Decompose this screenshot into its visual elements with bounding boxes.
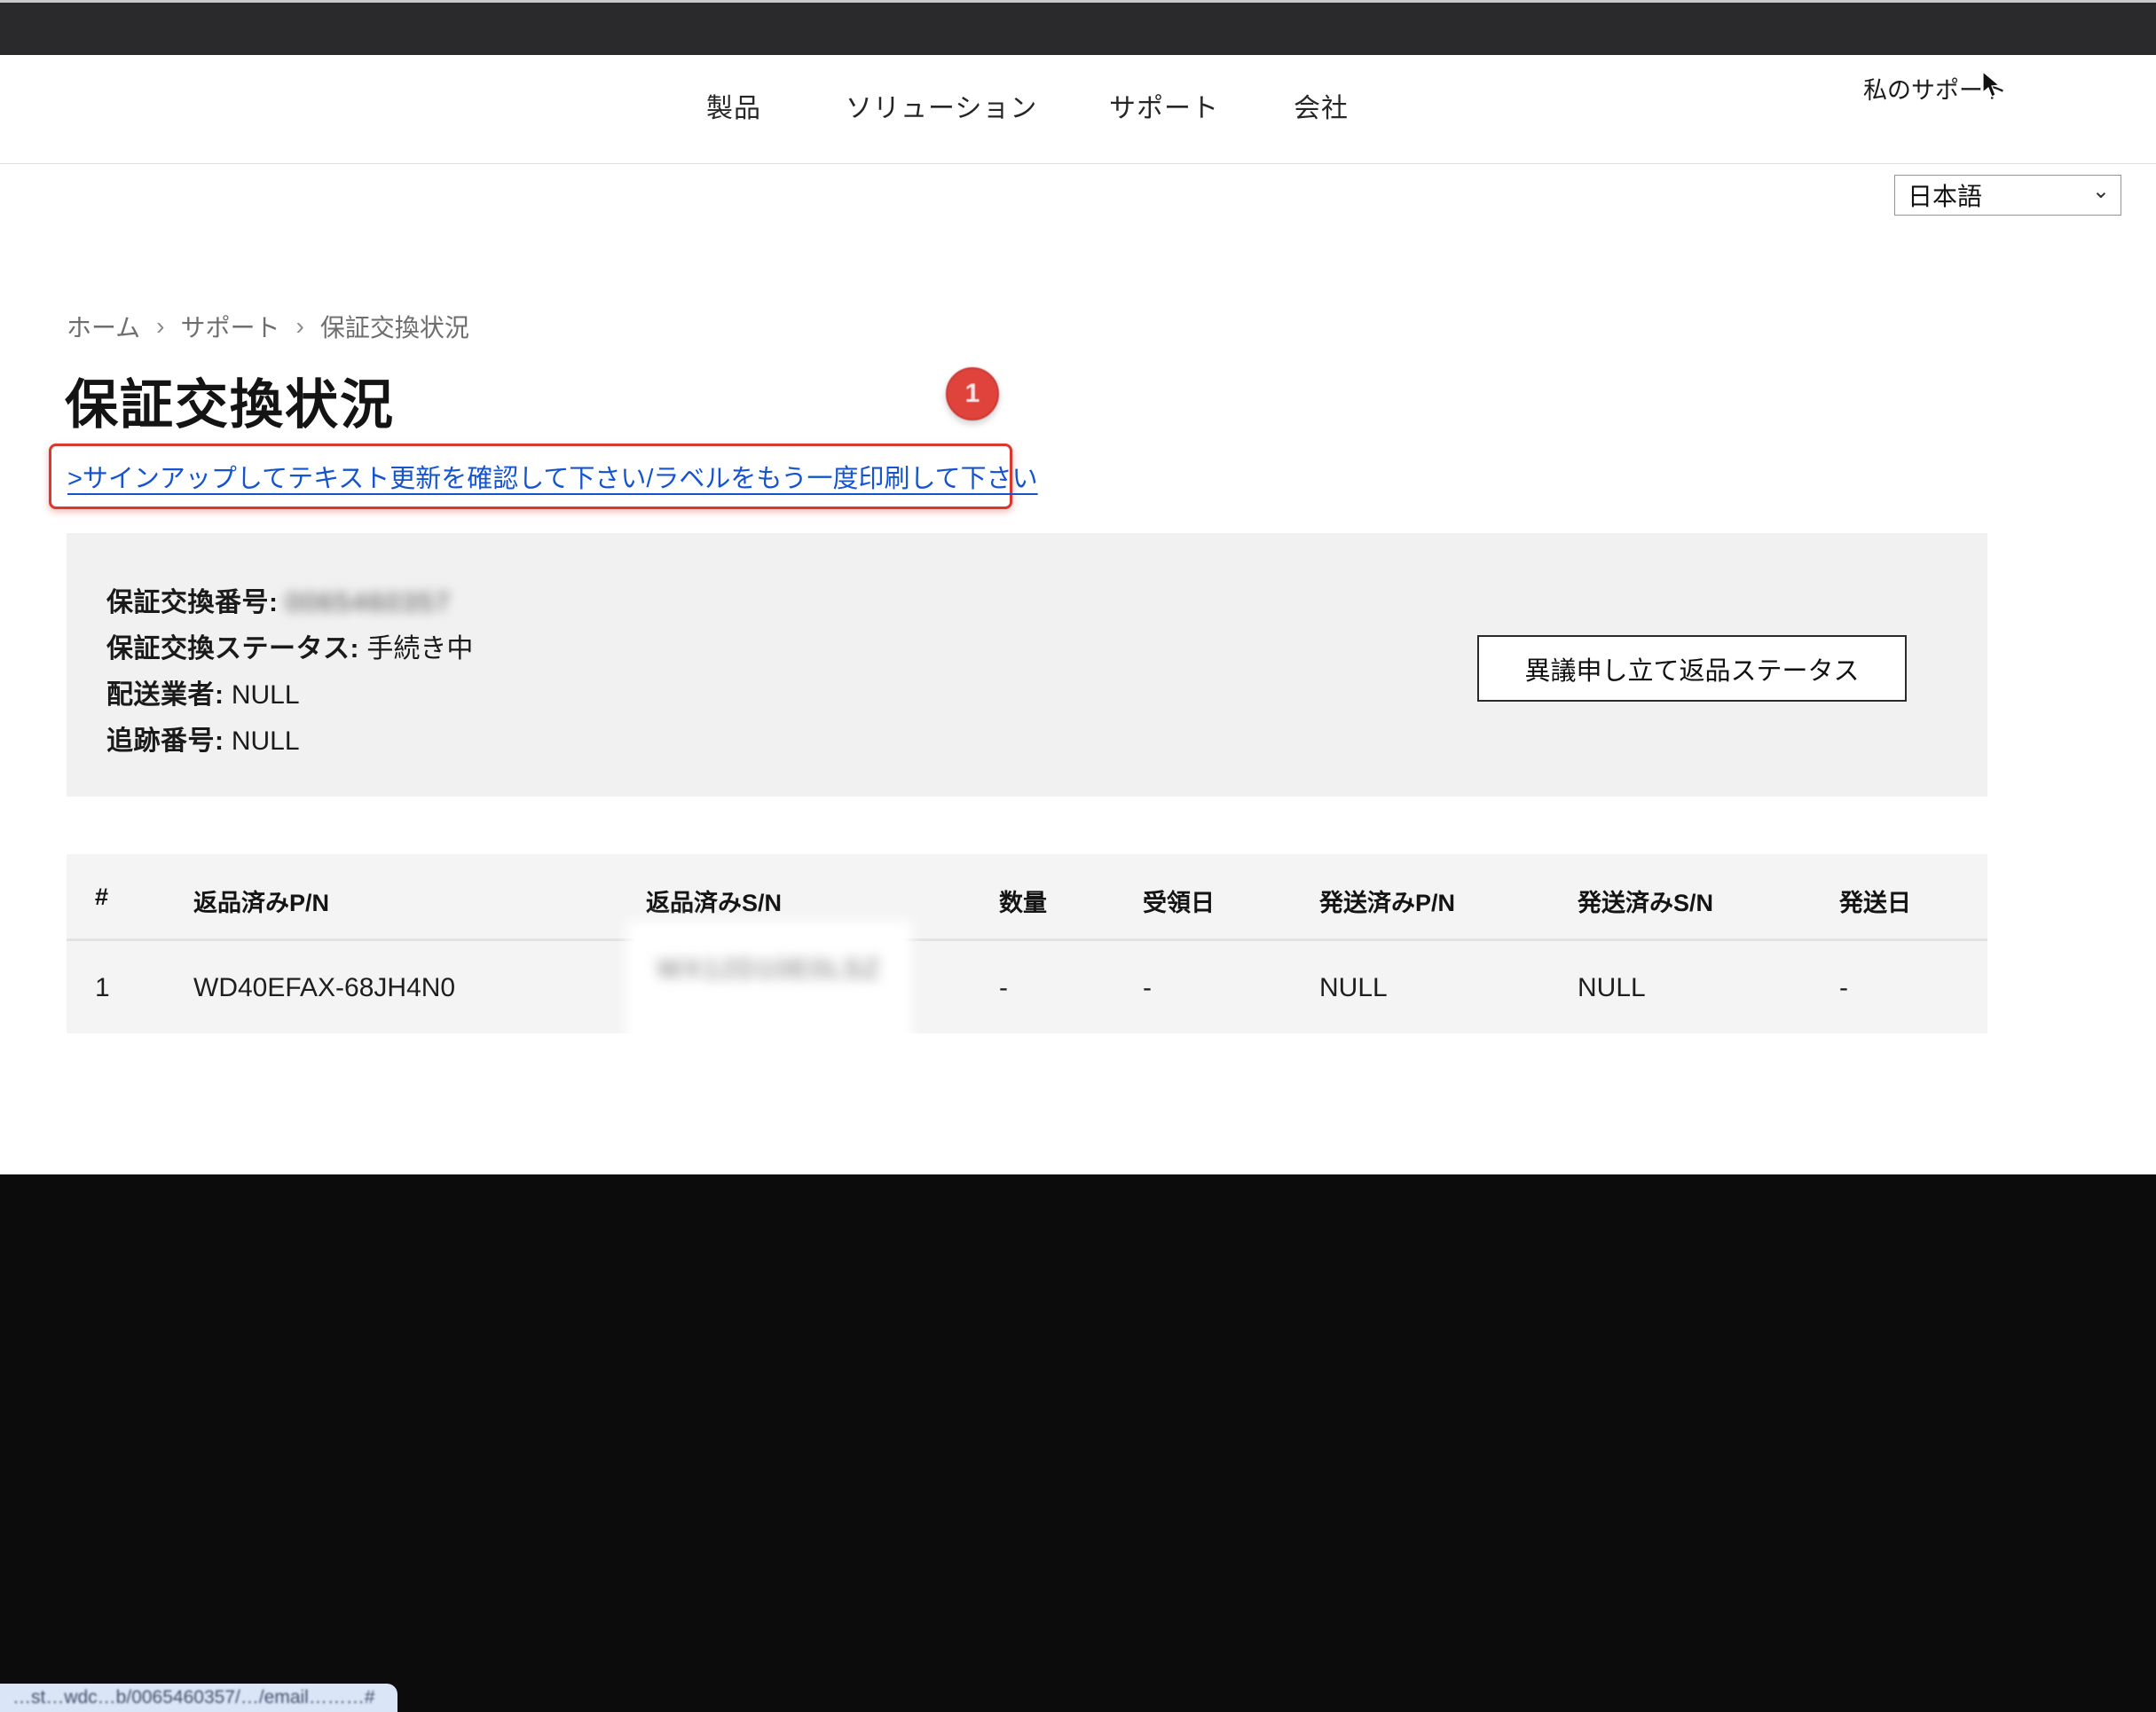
return-items-table: # 返品済みP/N 返品済みS/N 数量 受領日 発送済みP/N 発送済みS/N…: [67, 854, 1987, 1033]
table-row: 1 WD40EFAX-68JH4N0 - - NULL NULL -: [67, 941, 1987, 1033]
table-header-row: # 返品済みP/N 返品済みS/N 数量 受領日 発送済みP/N 発送済みS/N…: [67, 854, 1987, 938]
warranty-number-label: 保証交換番号:: [106, 588, 279, 617]
col-header-returned-sn: 返品済みS/N: [646, 883, 782, 918]
main-navbar: [0, 55, 2156, 164]
breadcrumb-separator: ›: [296, 312, 304, 341]
carrier-row: 配送業者: NULL: [106, 672, 300, 711]
col-header-shipped-sn: 発送済みS/N: [1578, 883, 1713, 918]
nav-item-solutions[interactable]: ソリューション: [846, 86, 1037, 125]
nav-item-support[interactable]: サポート: [1109, 86, 1219, 125]
col-header-returned-pn: 返品済みP/N: [193, 883, 329, 918]
browser-status-tooltip: …st…wdc…b/0065460357/…/email………#: [0, 1684, 397, 1712]
carrier-label: 配送業者:: [106, 680, 224, 710]
cell-received-date: -: [1143, 973, 1152, 1003]
tracking-number-label: 追跡番号:: [106, 726, 224, 756]
tracking-number-row: 追跡番号: NULL: [106, 719, 300, 758]
warranty-status-value: 手続き中: [366, 634, 473, 664]
breadcrumb-home[interactable]: ホーム: [67, 309, 140, 344]
warranty-number-row: 保証交換番号: 0065460357: [106, 580, 452, 619]
dispute-return-status-button[interactable]: 異議申し立て返品ステータス: [1477, 635, 1907, 702]
cell-shipped-sn: NULL: [1578, 973, 1646, 1003]
status-url-fragment: …st…wdc…b/0065460357/…/email………#: [12, 1687, 375, 1708]
chevron-down-icon: ⌄: [2092, 181, 2110, 202]
language-select[interactable]: 日本語 ⌄: [1894, 175, 2121, 216]
top-black-bar: [0, 3, 2156, 55]
warranty-status-page: 製品 ソリューション サポート 会社 私のサポート 日本語 ⌄ ホーム › サポ…: [0, 0, 2156, 1712]
cell-index: 1: [95, 973, 110, 1003]
breadcrumb: ホーム › サポート › 保証交換状況: [67, 309, 469, 344]
warranty-status-row: 保証交換ステータス: 手続き中: [106, 626, 473, 665]
mouse-cursor-icon: [1981, 71, 2003, 98]
page-title: 保証交換状況: [65, 362, 395, 439]
col-header-received-date: 受領日: [1143, 883, 1215, 918]
warranty-summary-panel: 保証交換番号: 0065460357 保証交換ステータス: 手続き中 配送業者:…: [67, 533, 1987, 797]
warranty-number-value-blurred: 0065460357: [286, 588, 452, 617]
col-header-ship-date: 発送日: [1839, 883, 1911, 918]
nav-item-products[interactable]: 製品: [706, 86, 761, 125]
cell-quantity: -: [999, 973, 1008, 1003]
tracking-number-value: NULL: [232, 726, 300, 756]
cell-returned-sn-blur-patch: WX12D10E0LSZ: [635, 930, 903, 1076]
notification-badge: 1: [946, 367, 999, 420]
breadcrumb-separator: ›: [156, 312, 164, 341]
carrier-value: NULL: [232, 680, 300, 710]
footer: Western Digital. WD WD_BLACK™ SanDisk ⟳ …: [0, 1174, 2156, 1712]
signup-alert-box: >サインアップしてテキスト更新を確認して下さい/ラベルをもう一度印刷して下さい: [49, 444, 1012, 509]
breadcrumb-support[interactable]: サポート: [181, 309, 280, 344]
cell-ship-date: -: [1839, 973, 1848, 1003]
col-header-index: #: [95, 883, 108, 911]
cell-returned-pn: WD40EFAX-68JH4N0: [193, 973, 455, 1003]
language-select-value: 日本語: [1908, 177, 1982, 213]
breadcrumb-current: 保証交換状況: [320, 309, 469, 344]
cell-returned-sn-blurred: WX12D10E0LSZ: [657, 954, 881, 985]
col-header-quantity: 数量: [999, 883, 1047, 918]
nav-item-company[interactable]: 会社: [1294, 86, 1349, 125]
col-header-shipped-pn: 発送済みP/N: [1319, 883, 1455, 918]
signup-print-label-link[interactable]: >サインアップしてテキスト更新を確認して下さい/ラベルをもう一度印刷して下さい: [67, 458, 1038, 495]
warranty-status-label: 保証交換ステータス:: [106, 634, 359, 664]
cell-shipped-pn: NULL: [1319, 973, 1388, 1003]
